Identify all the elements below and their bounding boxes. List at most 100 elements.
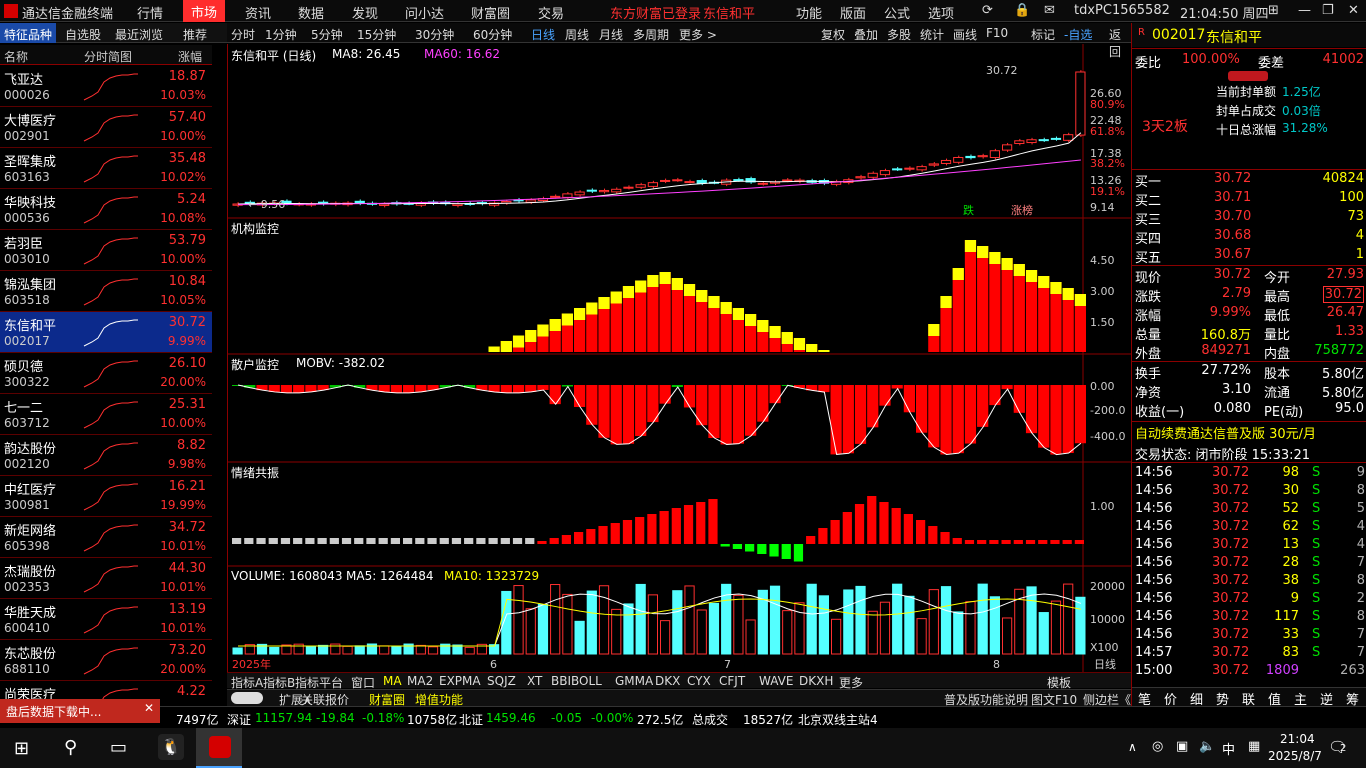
menu-wenxiaoda[interactable]: 问小达	[405, 3, 444, 22]
book-row[interactable]: 买一 30.72 40824	[1132, 170, 1366, 190]
toast-close-icon[interactable]: ✕	[144, 701, 154, 715]
indicator-tab-9[interactable]: BBIBOLL	[551, 674, 602, 688]
task-view-icon[interactable]: ▭	[110, 737, 127, 758]
promo-link[interactable]: 自动续费通达信普及版 30元/月	[1135, 423, 1316, 442]
menu-market[interactable]: 市场	[183, 0, 226, 22]
refresh-icon[interactable]: ⟳	[982, 3, 993, 18]
indicator-tab-11[interactable]: DKX	[655, 674, 680, 688]
wechat-icon[interactable]: ◎	[1152, 739, 1163, 754]
header-name[interactable]: 名称	[4, 48, 28, 65]
menu-layout[interactable]: 版面	[840, 3, 866, 22]
book-row[interactable]: 买五 30.67 1	[1132, 246, 1366, 266]
indicator-tab-14[interactable]: WAVE	[759, 674, 793, 688]
search-icon[interactable]: ⚲	[64, 737, 77, 758]
minimize-icon[interactable]: —	[1298, 3, 1311, 18]
stock-row[interactable]: 大博医疗 002901 57.40 10.00%	[0, 107, 212, 148]
menu-news[interactable]: 资讯	[245, 3, 271, 22]
chart-area[interactable]: 26.60 80.9% 22.48 61.8% 17.38 38.2% 13.26 19.1%…	[227, 44, 1132, 674]
stock-row[interactable]: 飞亚达 000026 18.87 10.03%	[0, 66, 212, 107]
tab-recommend[interactable]: 推荐	[183, 26, 207, 43]
candlestick-series[interactable]	[232, 70, 1086, 208]
menu-function[interactable]: 功能	[796, 3, 822, 22]
qq-app-icon[interactable]: 🐧	[158, 734, 184, 760]
chart-tool-1[interactable]: 叠加	[854, 26, 878, 43]
chart-tool-3[interactable]: 统计	[920, 26, 944, 43]
mood-bar	[854, 504, 865, 544]
ime-indicator[interactable]: 中	[1222, 739, 1235, 758]
indicator-tab-12[interactable]: CYX	[687, 674, 711, 688]
period-10[interactable]: 更多 >	[679, 26, 717, 43]
indicator-tab-8[interactable]: XT	[527, 674, 542, 688]
indicator-tab-7[interactable]: SQJZ	[487, 674, 516, 688]
indicator-tab-5[interactable]: MA2	[407, 674, 433, 688]
stock-row[interactable]: 锦泓集团 603518 10.84 10.05%	[0, 271, 212, 312]
taskbar-time[interactable]: 21:04	[1280, 732, 1315, 746]
period-2[interactable]: 5分钟	[311, 26, 343, 43]
chart-tool-2[interactable]: 多股	[887, 26, 911, 43]
menu-options[interactable]: 选项	[928, 3, 954, 22]
menu-formula[interactable]: 公式	[884, 3, 910, 22]
header-change[interactable]: 涨幅	[178, 48, 202, 65]
period-1[interactable]: 1分钟	[265, 26, 297, 43]
login-notice[interactable]: 东方财富已登录	[610, 3, 701, 22]
stock-row[interactable]: 中红医疗 300981 16.21 19.99%	[0, 476, 212, 517]
book-row[interactable]: 买二 30.71 100	[1132, 189, 1366, 209]
stock-row[interactable]: 杰瑞股份 002353 44.30 10.01%	[0, 558, 212, 599]
collapse-icon[interactable]	[1228, 71, 1268, 81]
stock-row[interactable]: 华映科技 000536 5.24 10.08%	[0, 189, 212, 230]
menu-trade[interactable]: 交易	[538, 3, 564, 22]
indicator-tab-10[interactable]: GMMA	[615, 674, 653, 688]
period-6[interactable]: 日线	[531, 26, 555, 43]
period-7[interactable]: 周线	[565, 26, 589, 43]
chevron-up-icon[interactable]: ∧	[1128, 740, 1137, 754]
book-row[interactable]: 买四 30.68 4	[1132, 227, 1366, 247]
chart-tool-5[interactable]: F10	[986, 26, 1008, 40]
streak-badge: 3天2板	[1142, 119, 1188, 135]
chart-tool-4[interactable]: 画线	[953, 26, 977, 43]
taskbar-date[interactable]: 2025/8/7	[1268, 749, 1322, 763]
book-row[interactable]: 买三 30.70 73	[1132, 208, 1366, 228]
header-chart[interactable]: 分时简图	[84, 48, 132, 65]
close-icon[interactable]: ✕	[1348, 3, 1359, 18]
period-5[interactable]: 60分钟	[473, 26, 512, 43]
network-icon[interactable]: ▣	[1176, 739, 1188, 754]
menu-quotes[interactable]: 行情	[137, 3, 163, 22]
restore-icon[interactable]: ❐	[1322, 3, 1334, 18]
toggle-switch[interactable]	[231, 692, 263, 704]
stock-row[interactable]: 韵达股份 002120 8.82 9.98%	[0, 435, 212, 476]
stock-notice[interactable]: 东信和平	[703, 3, 755, 22]
indicator-tab-15[interactable]: DKXH	[799, 674, 833, 688]
volume-icon[interactable]: 🔈	[1199, 739, 1215, 754]
indicator-tab-6[interactable]: EXPMA	[439, 674, 481, 688]
download-toast[interactable]: 盘后数据下载中... ✕	[0, 699, 160, 723]
period-3[interactable]: 15分钟	[357, 26, 396, 43]
stock-row[interactable]: 七一二 603712 25.31 10.00%	[0, 394, 212, 435]
stock-row[interactable]: 华胜天成 600410 13.19 10.01%	[0, 599, 212, 640]
chart-tool-0[interactable]: 复权	[821, 26, 845, 43]
stock-row[interactable]: 新炬网络 605398 34.72 10.01%	[0, 517, 212, 558]
stock-row[interactable]: 东信和平 002017 30.72 9.99%	[0, 312, 212, 353]
menu-discover[interactable]: 发现	[352, 3, 378, 22]
stock-row[interactable]: 圣晖集成 603163 35.48 10.02%	[0, 148, 212, 189]
keyboard-icon[interactable]: ▦	[1248, 739, 1260, 754]
period-0[interactable]: 分时	[231, 26, 255, 43]
lock-icon[interactable]: 🔒	[1014, 3, 1030, 18]
stock-row[interactable]: 若羽臣 003010 53.79 10.00%	[0, 230, 212, 271]
chart-tool-6[interactable]: 标记	[1031, 26, 1055, 43]
tab-feature[interactable]: 特征品种	[0, 23, 57, 43]
windows-start-icon[interactable]: ⊞	[14, 738, 29, 759]
stock-row[interactable]: 东芯股份 688110 73.20 20.00%	[0, 640, 212, 681]
tab-recent[interactable]: 最近浏览	[115, 26, 163, 43]
chart-tool-7[interactable]: -自选	[1064, 26, 1092, 43]
stock-row[interactable]: 硕贝德 300322 26.10 20.00%	[0, 353, 212, 394]
indicator-tab-4[interactable]: MA	[383, 674, 402, 688]
period-4[interactable]: 30分钟	[415, 26, 454, 43]
tab-watchlist[interactable]: 自选股	[65, 26, 101, 43]
skin-icon[interactable]: ⊞	[1268, 3, 1279, 18]
indicator-tab-13[interactable]: CFJT	[719, 674, 745, 688]
period-9[interactable]: 多周期	[633, 26, 669, 43]
menu-data[interactable]: 数据	[298, 3, 324, 22]
mail-icon[interactable]: ✉	[1044, 3, 1055, 18]
menu-wealth-circle[interactable]: 财富圈	[471, 3, 510, 22]
period-8[interactable]: 月线	[599, 26, 623, 43]
